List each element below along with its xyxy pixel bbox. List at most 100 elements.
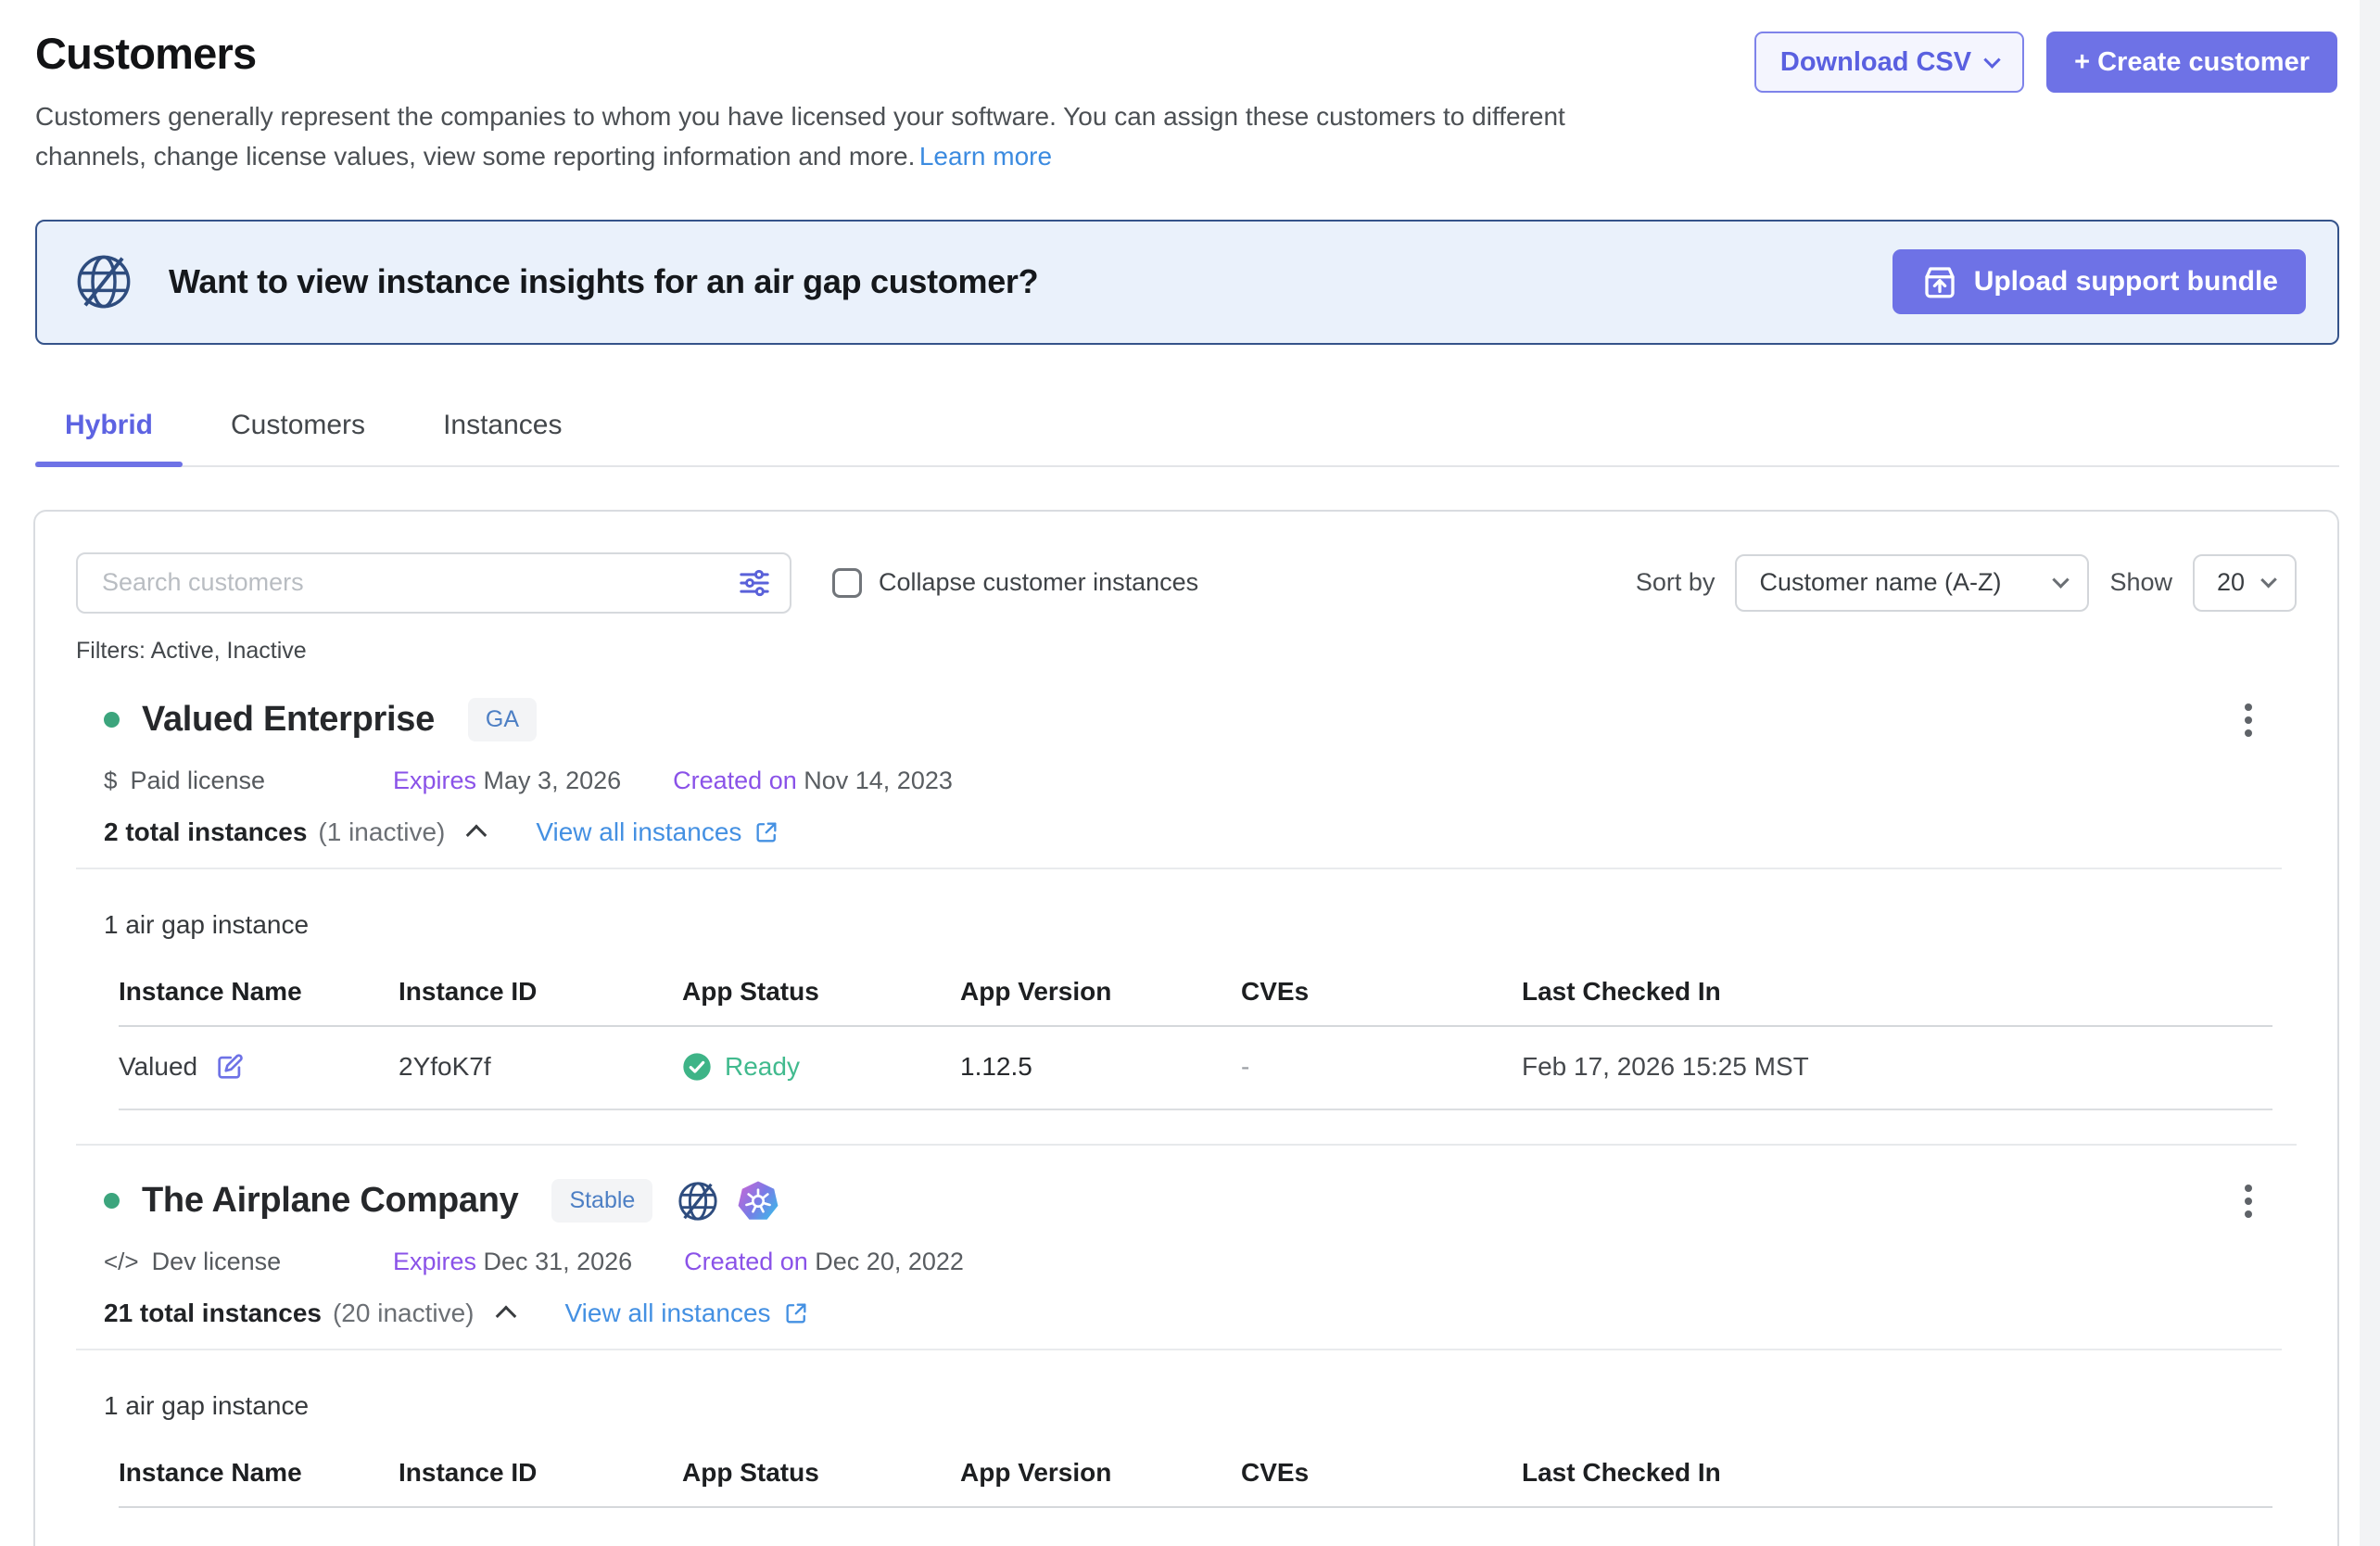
inactive-instances: (20 inactive) (333, 1299, 475, 1328)
total-instances: 21 total instances (104, 1299, 322, 1328)
kubernetes-icon (738, 1181, 779, 1222)
license-type-label: Dev license (152, 1248, 282, 1276)
page-description-block: Customers generally represent the compan… (0, 96, 1668, 177)
filter-sliders-icon[interactable] (736, 564, 773, 602)
external-link-icon (753, 819, 779, 845)
col-instance-name: Instance Name (119, 977, 399, 1007)
chevron-down-icon (2053, 572, 2070, 589)
col-cves: CVEs (1241, 977, 1522, 1007)
edit-pencil-icon (214, 1051, 246, 1083)
customer-meta: $ Paid license Expires May 3, 2026 Creat… (104, 767, 2297, 795)
sort-by-label: Sort by (1636, 568, 1715, 597)
collapse-section-chevron-icon[interactable] (466, 824, 487, 845)
customer-header: Valued Enterprise GA (104, 698, 2297, 742)
instance-table-header: Instance Name Instance ID App Status App… (119, 1458, 2272, 1508)
expires-info: Expires Dec 31, 2026 (393, 1248, 632, 1276)
expires-label: Expires (393, 1248, 476, 1275)
created-info: Created on Nov 14, 2023 (673, 767, 953, 795)
upload-icon (1920, 262, 1959, 301)
instance-row: Valued 2YfoK7f (119, 1027, 2272, 1110)
created-on-label: Created on (673, 767, 797, 794)
expires-label: Expires (393, 767, 476, 794)
cves-value: - (1241, 1052, 1522, 1082)
airgap-instance-count: 1 air gap instance (104, 1391, 2297, 1421)
col-cves: CVEs (1241, 1458, 1522, 1488)
customer-card-valued-enterprise: Valued Enterprise GA $ Paid license Expi… (76, 698, 2297, 1110)
upload-support-bundle-button[interactable]: Upload support bundle (1893, 249, 2306, 314)
show-label: Show (2109, 568, 2172, 597)
section-divider (76, 1349, 2282, 1350)
banner-title: Want to view instance insights for an ai… (169, 262, 1038, 301)
created-on-value: Dec 20, 2022 (815, 1248, 964, 1275)
customer-divider (76, 1144, 2297, 1146)
collapse-section-chevron-icon[interactable] (495, 1305, 516, 1326)
airgap-instance-count: 1 air gap instance (104, 910, 2297, 940)
last-checked-in: Feb 17, 2026 15:25 MST (1522, 1052, 2272, 1082)
col-last-checked-in: Last Checked In (1522, 977, 2272, 1007)
col-instance-id: Instance ID (399, 977, 682, 1007)
customer-card-airplane-company: The Airplane Company Stable (76, 1179, 2297, 1508)
col-instance-name: Instance Name (119, 1458, 399, 1488)
tab-instances[interactable]: Instances (413, 410, 591, 465)
airgap-banner: Want to view instance insights for an ai… (35, 220, 2339, 345)
tab-hybrid[interactable]: Hybrid (35, 410, 183, 465)
create-customer-button[interactable]: + Create customer (2046, 32, 2337, 93)
app-status: Ready (725, 1052, 800, 1082)
created-info: Created on Dec 20, 2022 (684, 1248, 964, 1276)
instances-summary: 21 total instances (20 inactive) View al… (104, 1299, 2297, 1328)
view-all-instances-link[interactable]: View all instances (565, 1299, 809, 1328)
instances-summary: 2 total instances (1 inactive) View all … (104, 817, 2297, 847)
external-link-icon (783, 1300, 809, 1326)
col-app-version: App Version (960, 977, 1241, 1007)
collapse-instances-control: Collapse customer instances (832, 568, 1198, 598)
customer-menu-button[interactable] (2239, 1179, 2258, 1223)
license-type: $ Paid license (104, 767, 393, 795)
customer-menu-button[interactable] (2239, 698, 2258, 742)
learn-more-link[interactable]: Learn more (919, 142, 1052, 171)
collapse-instances-label: Collapse customer instances (879, 568, 1198, 597)
section-divider (76, 868, 2282, 869)
col-app-status: App Status (682, 977, 960, 1007)
create-customer-label: + Create customer (2074, 47, 2310, 78)
search-input[interactable] (76, 552, 791, 614)
instance-name: Valued (119, 1052, 197, 1082)
license-type: </> Dev license (104, 1248, 393, 1276)
col-app-status: App Status (682, 1458, 960, 1488)
search-box (76, 552, 791, 614)
view-all-instances-link[interactable]: View all instances (536, 817, 779, 847)
col-app-version: App Version (960, 1458, 1241, 1488)
toolbar: Collapse customer instances Sort by Cust… (76, 552, 2297, 614)
customer-header: The Airplane Company Stable (104, 1179, 2297, 1223)
page-header: Customers Download CSV + Create customer (0, 0, 2360, 93)
airgap-globe-icon (677, 1180, 719, 1223)
tab-bar: Hybrid Customers Instances (35, 410, 2339, 467)
collapse-instances-checkbox[interactable] (832, 568, 862, 598)
customer-name[interactable]: The Airplane Company (142, 1181, 518, 1221)
instance-id: 2YfoK7f (399, 1052, 682, 1082)
paid-license-icon: $ (104, 767, 117, 795)
dev-license-icon: </> (104, 1248, 139, 1276)
sort-by-select[interactable]: Customer name (A-Z) (1735, 554, 2089, 612)
ready-check-icon (682, 1052, 712, 1082)
license-type-label: Paid license (130, 767, 265, 795)
col-last-checked-in: Last Checked In (1522, 1458, 2272, 1488)
customers-panel: Collapse customer instances Sort by Cust… (33, 510, 2339, 1546)
chevron-down-icon (1983, 51, 2000, 68)
active-status-dot (104, 1193, 120, 1209)
sort-by-value: Customer name (A-Z) (1759, 568, 2001, 597)
page-title: Customers (35, 28, 256, 79)
show-select[interactable]: 20 (2193, 554, 2297, 612)
page-description: Customers generally represent the compan… (35, 102, 1565, 171)
created-on-label: Created on (684, 1248, 808, 1275)
customer-name[interactable]: Valued Enterprise (142, 700, 435, 740)
edit-instance-name-button[interactable] (214, 1051, 246, 1083)
customer-capability-icons (677, 1180, 779, 1223)
airgap-globe-icon (74, 252, 133, 311)
instance-table: Instance Name Instance ID App Status App… (119, 977, 2272, 1110)
active-status-dot (104, 712, 120, 728)
download-csv-button[interactable]: Download CSV (1754, 32, 2024, 93)
show-value: 20 (2217, 568, 2245, 597)
tab-customers[interactable]: Customers (201, 410, 395, 465)
view-all-instances-label: View all instances (536, 817, 741, 847)
filters-summary: Filters: Active, Inactive (76, 638, 2297, 665)
